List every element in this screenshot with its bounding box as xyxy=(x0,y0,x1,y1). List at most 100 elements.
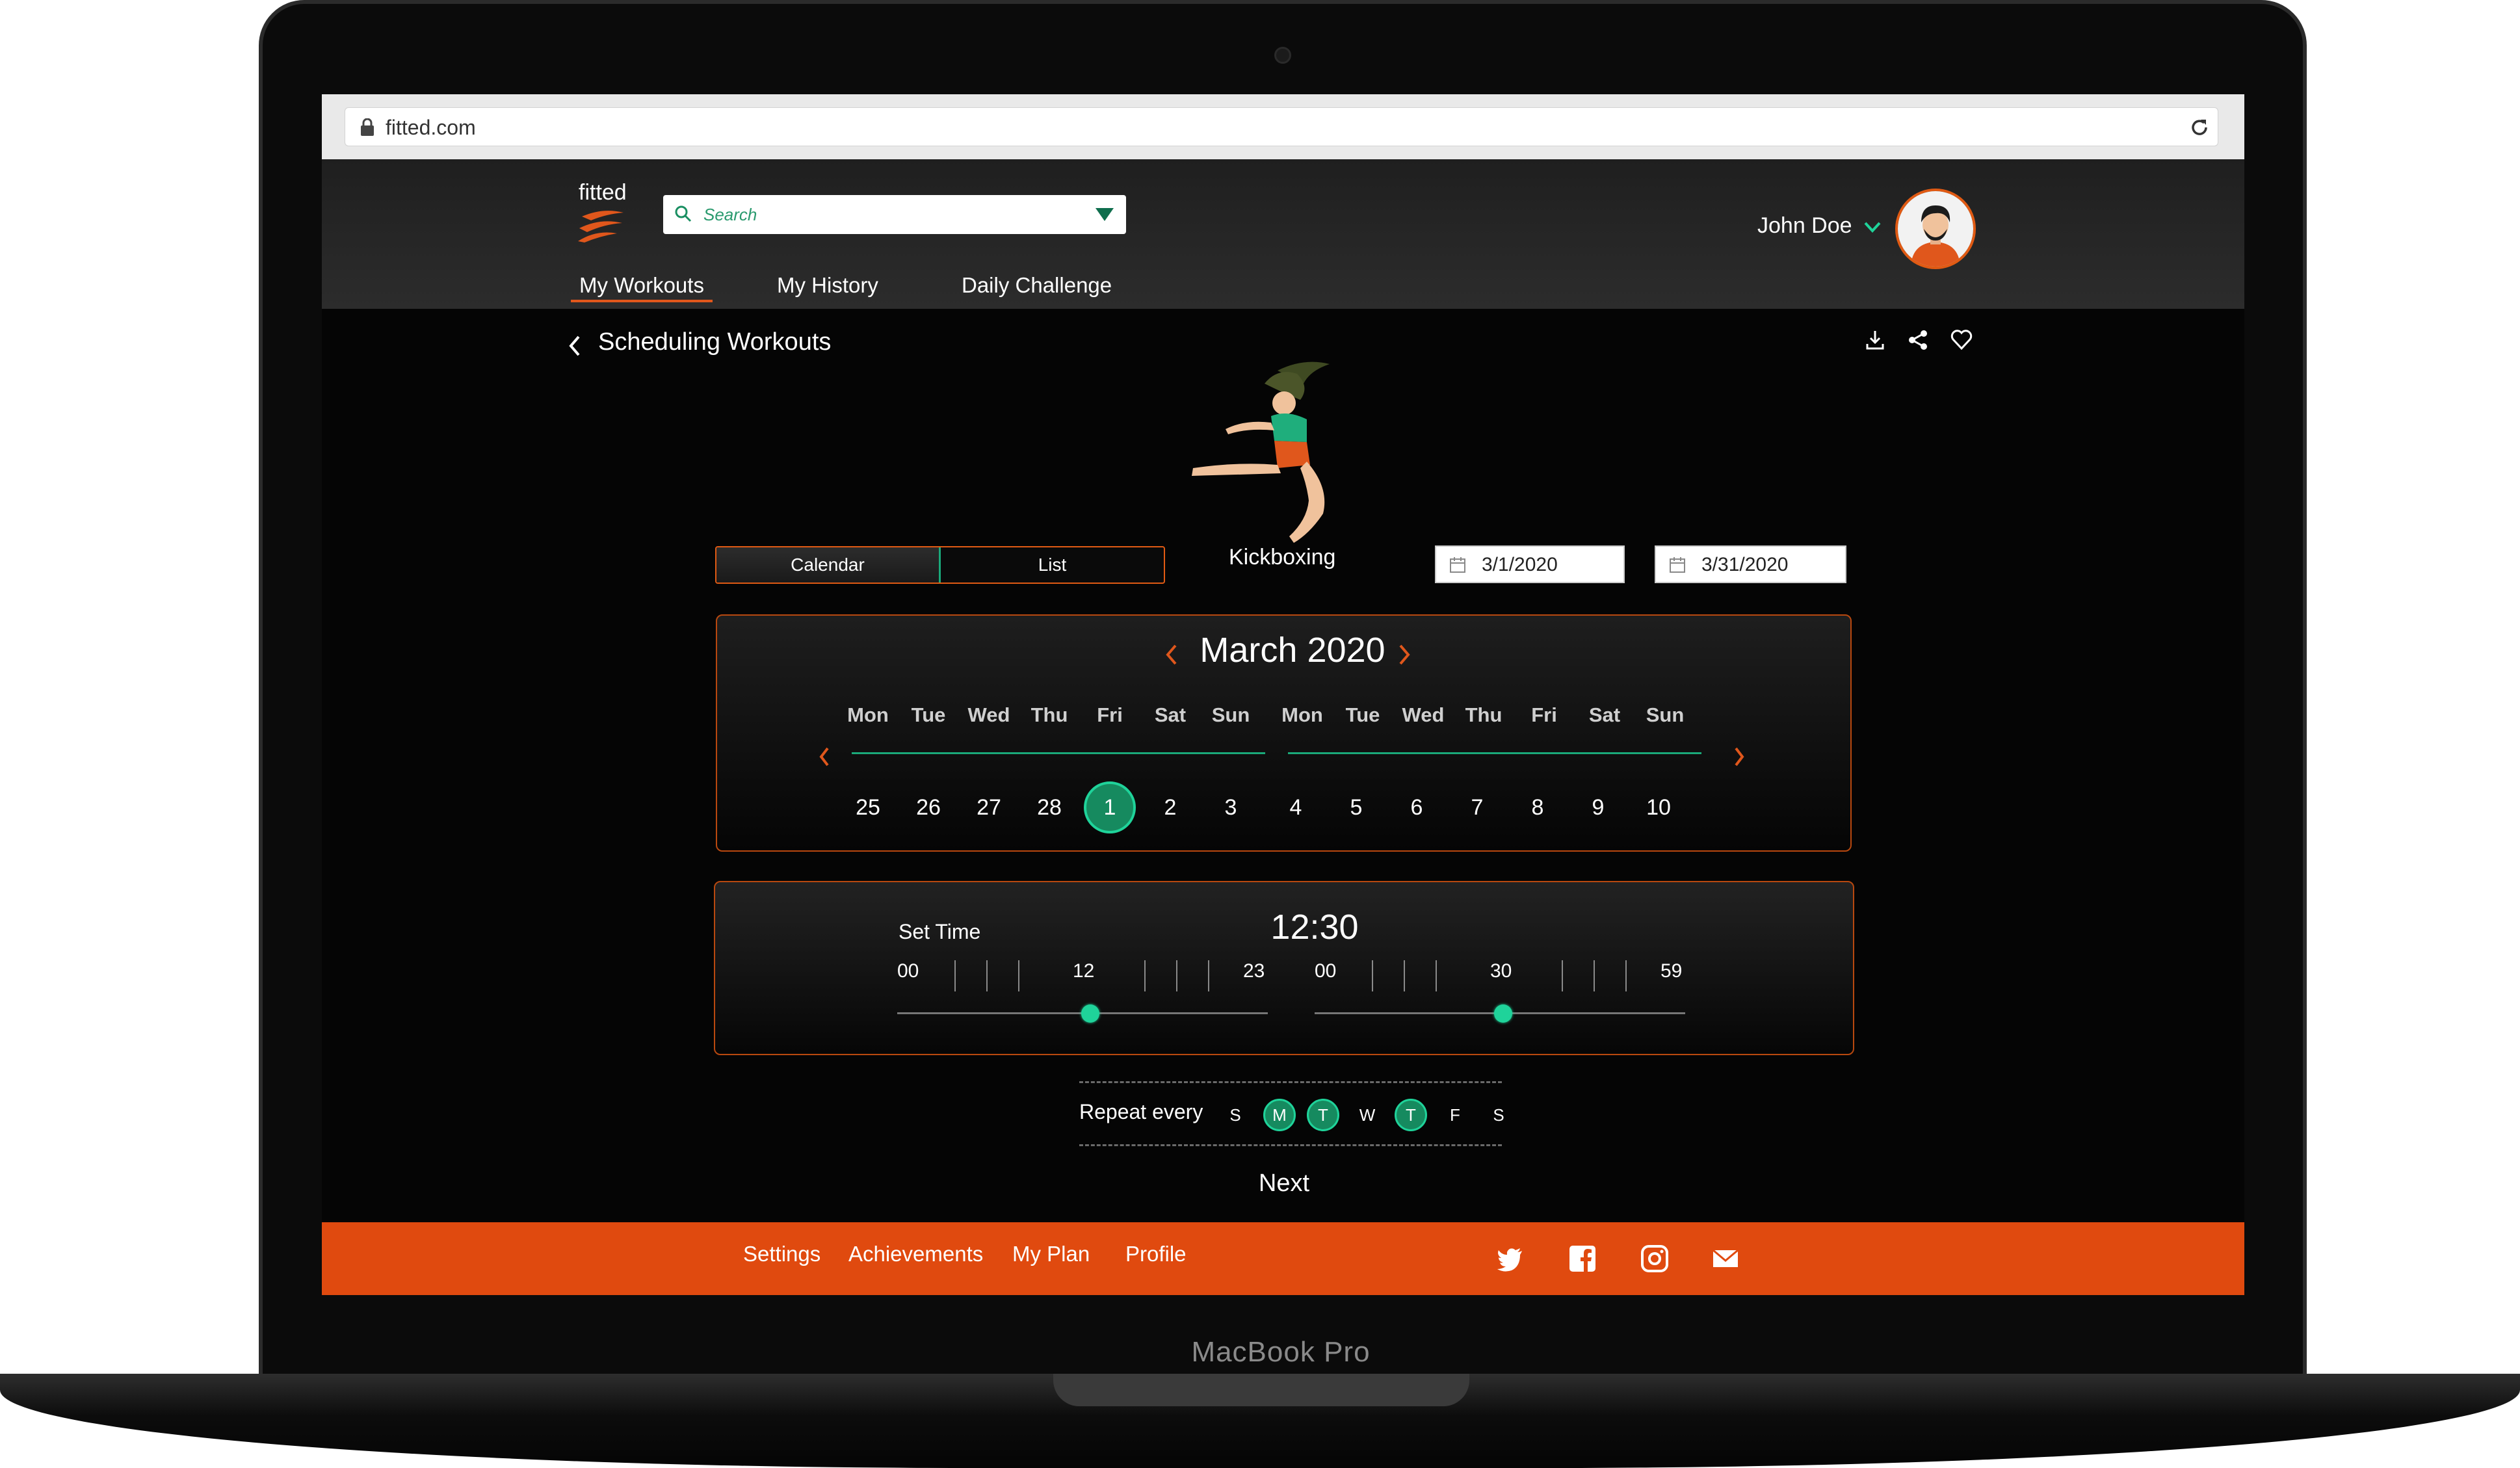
chevron-down-icon[interactable] xyxy=(1863,219,1882,235)
repeat-day[interactable]: S xyxy=(1482,1099,1515,1131)
slider-tick xyxy=(1208,960,1209,991)
calendar-day[interactable]: 4 xyxy=(1270,781,1322,833)
footer-link-settings[interactable]: Settings xyxy=(743,1242,820,1266)
calendar-day[interactable]: 6 xyxy=(1391,781,1443,833)
end-date-value: 3/31/2020 xyxy=(1701,554,1789,575)
calendar-day[interactable]: 2 xyxy=(1144,781,1196,833)
repeat-day[interactable]: T xyxy=(1395,1099,1427,1131)
address-bar[interactable]: fitted.com xyxy=(345,107,2218,146)
calendar-icon xyxy=(1450,557,1465,573)
weekday-label: Sun xyxy=(1646,703,1685,726)
slider-tick xyxy=(1018,960,1019,991)
hour-slider: 00 12 23 xyxy=(897,960,1268,1038)
share-icon[interactable] xyxy=(1907,328,1929,352)
chevron-right-icon[interactable] xyxy=(1733,746,1746,768)
weekday-label: Sat xyxy=(1588,703,1621,726)
facebook-icon[interactable] xyxy=(1568,1244,1597,1273)
weekday-label: Tue xyxy=(911,703,946,726)
dropdown-arrow-icon[interactable] xyxy=(1096,208,1114,221)
hour-slider-knob[interactable] xyxy=(1081,1004,1100,1023)
weekday-label: Wed xyxy=(1402,703,1445,726)
workout-name: Kickboxing xyxy=(1229,545,1336,570)
main-content: Scheduling Workouts Calendar List Kickbo… xyxy=(322,309,2244,1222)
logo[interactable]: fitted xyxy=(579,180,627,205)
week-divider xyxy=(852,752,1265,754)
toggle-calendar[interactable]: Calendar xyxy=(716,547,941,583)
end-date-field[interactable]: 3/31/2020 xyxy=(1655,545,1846,583)
chevron-left-icon[interactable] xyxy=(818,746,831,768)
calendar-day[interactable]: 3 xyxy=(1205,781,1257,833)
weekday-label: Fri xyxy=(1531,703,1557,726)
calendar-day[interactable]: 8 xyxy=(1512,781,1564,833)
chevron-left-icon[interactable] xyxy=(1164,643,1179,666)
calendar-day[interactable]: 7 xyxy=(1451,781,1503,833)
view-toggle: Calendar List xyxy=(715,546,1165,584)
slider-tick xyxy=(1625,960,1627,991)
start-date-field[interactable]: 3/1/2020 xyxy=(1435,545,1625,583)
back-arrow-icon[interactable] xyxy=(566,333,584,359)
set-time-label: Set Time xyxy=(899,920,981,943)
footer-link-my-plan[interactable]: My Plan xyxy=(1012,1242,1090,1266)
tab-my-workouts[interactable]: My Workouts xyxy=(571,270,713,302)
slider-tick xyxy=(1404,960,1405,991)
time-card: Set Time 12:30 00 12 23 00 30 59 xyxy=(714,881,1854,1055)
minute-slider-knob[interactable] xyxy=(1493,1004,1512,1023)
mail-icon[interactable] xyxy=(1711,1244,1740,1273)
avatar[interactable] xyxy=(1895,189,1976,269)
slider-tick xyxy=(1176,960,1177,991)
weekday-label: Thu xyxy=(1465,703,1503,726)
camera xyxy=(1274,47,1291,64)
calendar-day[interactable]: 27 xyxy=(963,781,1015,833)
minute-max-label: 59 xyxy=(1660,960,1683,982)
weekday-label: Mon xyxy=(847,703,889,726)
next-button[interactable]: Next xyxy=(1245,1164,1323,1203)
slider-tick xyxy=(1372,960,1373,991)
month-label: March 2020 xyxy=(1200,631,1385,670)
user-name[interactable]: John Doe xyxy=(1757,213,1852,239)
repeat-day[interactable]: W xyxy=(1351,1099,1384,1131)
hour-min-label: 00 xyxy=(897,960,919,982)
week-divider xyxy=(1288,752,1701,754)
hour-max-label: 23 xyxy=(1243,960,1265,982)
calendar-day-selected[interactable]: 1 xyxy=(1084,781,1136,833)
slider-tick xyxy=(1144,960,1146,991)
footer-link-profile[interactable]: Profile xyxy=(1125,1242,1187,1266)
tab-my-history[interactable]: My History xyxy=(777,270,878,302)
calendar-day[interactable]: 10 xyxy=(1633,781,1685,833)
slider-tick xyxy=(954,960,956,991)
download-icon[interactable] xyxy=(1864,328,1886,352)
repeat-day[interactable]: T xyxy=(1307,1099,1339,1131)
device-label: MacBook Pro xyxy=(1191,1336,1371,1368)
calendar-day[interactable]: 26 xyxy=(902,781,954,833)
toggle-list[interactable]: List xyxy=(941,547,1164,583)
search-input[interactable] xyxy=(702,195,1066,234)
tab-daily-challenge[interactable]: Daily Challenge xyxy=(962,270,1112,302)
instagram-icon[interactable] xyxy=(1640,1244,1669,1273)
repeat-day[interactable]: F xyxy=(1439,1099,1471,1131)
reload-icon[interactable] xyxy=(2189,117,2210,138)
minute-min-label: 00 xyxy=(1315,960,1337,982)
calendar-day[interactable]: 9 xyxy=(1572,781,1624,833)
slider-tick xyxy=(1594,960,1595,991)
footer-link-achievements[interactable]: Achievements xyxy=(848,1242,983,1266)
weekday-label: Tue xyxy=(1345,703,1380,726)
time-display: 12:30 xyxy=(1270,908,1359,947)
calendar-day[interactable]: 5 xyxy=(1330,781,1382,833)
calendar-day[interactable]: 25 xyxy=(842,781,894,833)
url-text: fitted.com xyxy=(386,116,476,139)
weekday-label: Mon xyxy=(1281,703,1323,726)
slider-tick xyxy=(1436,960,1437,991)
chevron-right-icon[interactable] xyxy=(1397,643,1411,666)
twitter-icon[interactable] xyxy=(1496,1244,1525,1273)
app-header: fitted John Doe My Workouts My History xyxy=(322,159,2244,309)
repeat-day[interactable]: S xyxy=(1219,1099,1252,1131)
search-box xyxy=(663,195,1126,234)
minute-slider: 00 30 59 xyxy=(1315,960,1685,1038)
heart-icon[interactable] xyxy=(1950,328,1973,350)
footer: Settings Achievements My Plan Profile xyxy=(322,1222,2244,1295)
calendar-day[interactable]: 28 xyxy=(1023,781,1075,833)
repeat-day[interactable]: M xyxy=(1263,1099,1296,1131)
kickboxing-illustration xyxy=(1192,361,1330,543)
search-icon xyxy=(675,205,692,222)
weekday-label: Wed xyxy=(967,703,1010,726)
